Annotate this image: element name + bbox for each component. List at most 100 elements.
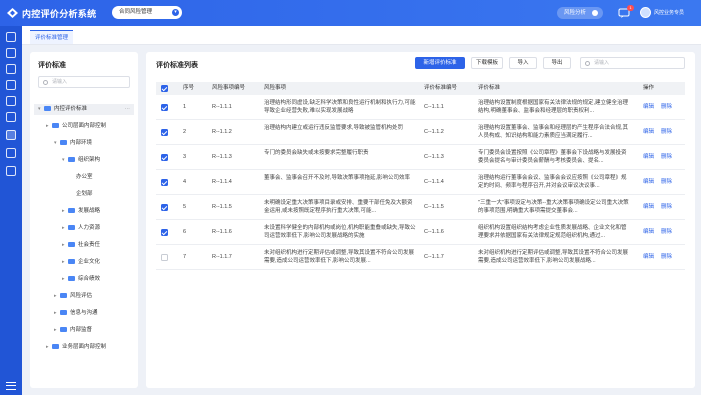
nav-standard-icon[interactable] [6, 130, 16, 140]
tree-node[interactable]: 企划部 [34, 189, 134, 200]
edit-link[interactable]: 编辑 [643, 170, 654, 195]
nav-report-icon[interactable] [6, 80, 16, 90]
nav-list-icon[interactable] [6, 48, 16, 58]
tree-node[interactable]: ▸ 发展战略 [34, 206, 134, 217]
nav-settings-icon[interactable] [6, 166, 16, 176]
row-checkbox[interactable] [161, 154, 168, 161]
tree-node-label: 风险评估 [70, 293, 93, 299]
tree-node[interactable]: ▾ 组织架构 [34, 155, 134, 166]
row-index: 5 [183, 204, 187, 210]
standard-number: C--1.1.7 [424, 254, 444, 260]
tree-node[interactable]: ▾ 内控评价标准 ··· [34, 104, 134, 115]
tree-node[interactable]: ▸ 业务层面内部控制 [34, 342, 134, 353]
standard-description: 组织机构设置组织结构考虑企业性质发展战略、企业文化和管理要求并依据国家有关法律规… [478, 225, 627, 239]
table-header: 序号 风险事项编号 风险事项 评价标准编号 评价标准 操作 [156, 82, 685, 95]
tree-node-label: 社会责任 [78, 242, 101, 248]
export-button[interactable]: 导出 [543, 57, 571, 69]
risk-number: R--1.1.1 [212, 104, 232, 110]
folder-icon [44, 105, 51, 111]
tree-node[interactable]: ▾ 内部环境 [34, 138, 134, 149]
chevron-down-icon: ▾ [172, 9, 179, 16]
table-row: 6 R--1.1.6 未设置科学健全的内部机构或岗位,机构职能重叠或缺失,导致公司运… [156, 220, 685, 245]
risk-description: 未明确设定重大决策事项目录或安排、重要干部任免及大额资金运用,或未按照既定程序执… [264, 200, 413, 214]
row-checkbox[interactable] [161, 229, 168, 236]
tree-node-label: 组织架构 [78, 157, 101, 163]
table-row: 2 R--1.1.2 治理结构内建立或运行违反监管要求,导致被监管机构处罚 C--1.… [156, 120, 685, 145]
tree-node-label: 内部环境 [70, 140, 93, 146]
download-template-button[interactable]: 下载模板 [471, 57, 503, 69]
tree-node[interactable]: ▸ 风险评估 [34, 291, 134, 302]
delete-link[interactable]: 删除 [661, 145, 672, 170]
risk-analysis-label: 风险分析 [564, 10, 587, 16]
nav-document-icon[interactable] [6, 64, 16, 74]
risk-number: R--1.1.4 [212, 179, 232, 185]
delete-link[interactable]: 删除 [661, 120, 672, 145]
tree-node[interactable]: ▸ 综合绩效 [34, 274, 134, 285]
edit-link[interactable]: 编辑 [643, 95, 654, 120]
nav-task-icon[interactable] [6, 112, 16, 122]
tree-search-input[interactable]: 请输入 [38, 76, 130, 88]
standard-description: 未对组织机构进行定期评估或调整,导致其设置不符合公司发展需要,造成公司运营效率低… [478, 250, 629, 264]
row-index: 2 [183, 129, 187, 135]
table-row: 1 R--1.1.1 治理结构形同虚设,缺乏科学决策和良性运行机制和执行力,可能导致… [156, 95, 685, 120]
col-actions: 操作 [643, 85, 655, 91]
username[interactable]: 风控业务专员 [654, 9, 684, 16]
search-icon [585, 60, 590, 66]
folder-icon [60, 139, 67, 145]
more-icon[interactable]: ··· [125, 104, 131, 115]
tree-node[interactable]: ▸ 信息与沟通 [34, 308, 134, 319]
import-button[interactable]: 导入 [509, 57, 537, 69]
col-risk: 风险事项 [264, 85, 287, 91]
side-nav [0, 26, 22, 395]
folder-icon [52, 343, 59, 349]
row-checkbox[interactable] [161, 204, 168, 211]
delete-link[interactable]: 删除 [661, 245, 672, 270]
row-checkbox[interactable] [161, 254, 168, 261]
row-checkbox[interactable] [161, 104, 168, 111]
menu-icon[interactable] [6, 382, 16, 390]
tree-node-label: 业务层面内部控制 [62, 344, 107, 350]
module-select[interactable]: 合同风险管理 ▾ [112, 6, 182, 19]
tree-node-label: 公司层面内部控制 [62, 123, 107, 129]
edit-link[interactable]: 编辑 [643, 145, 654, 170]
tree-node[interactable]: ▸ 企业文化 [34, 257, 134, 268]
tree-node[interactable]: ▸ 人力资源 [34, 223, 134, 234]
standard-number: C--1.1.6 [424, 229, 444, 235]
row-checkbox[interactable] [161, 179, 168, 186]
delete-link[interactable]: 删除 [661, 170, 672, 195]
delete-link[interactable]: 删除 [661, 95, 672, 120]
folder-icon [60, 309, 67, 315]
col-index: 序号 [183, 85, 195, 91]
row-checkbox[interactable] [161, 129, 168, 136]
edit-link[interactable]: 编辑 [643, 195, 654, 220]
tree-node[interactable]: 办公室 [34, 172, 134, 183]
standard-description: 治理结构设置制度根据国家有关法律法规的规定,建立健全治理结构,明确董事会、监事会… [478, 100, 629, 114]
row-index: 3 [183, 154, 187, 160]
risk-description: 治理结构形同虚设,缺乏科学决策和良性运行机制和执行力,可能导致企业经营失败,难以… [264, 100, 416, 114]
add-standard-button[interactable]: 新增评价标准 [415, 57, 465, 69]
edit-link[interactable]: 编辑 [643, 245, 654, 270]
tree-node[interactable]: ▸ 社会责任 [34, 240, 134, 251]
risk-number: R--1.1.7 [212, 254, 232, 260]
edit-link[interactable]: 编辑 [643, 220, 654, 245]
edit-link[interactable]: 编辑 [643, 120, 654, 145]
avatar[interactable] [640, 7, 651, 18]
select-all-checkbox[interactable] [161, 85, 168, 92]
risk-analysis-pill[interactable]: 风险分析 [557, 7, 603, 19]
delete-link[interactable]: 删除 [661, 220, 672, 245]
nav-archive-icon[interactable] [6, 148, 16, 158]
list-search-input[interactable]: 请输入 [580, 57, 685, 69]
table-row: 5 R--1.1.5 未明确设定重大决策事项目录或安排、重要干部任免及大额资金运用,… [156, 195, 685, 220]
nav-chart-icon[interactable] [6, 96, 16, 106]
app-title: 内控评价分析系统 [22, 9, 97, 19]
col-std: 评价标准 [478, 85, 501, 91]
nav-home-icon[interactable] [6, 32, 16, 42]
module-select-value: 合同风险管理 [119, 9, 153, 15]
folder-icon [52, 122, 59, 128]
tree-node[interactable]: ▸ 公司层面内部控制 [34, 121, 134, 132]
tree-node-label: 综合绩效 [78, 276, 101, 282]
delete-link[interactable]: 删除 [661, 195, 672, 220]
tree-node[interactable]: ▸ 内部监督 [34, 325, 134, 336]
folder-icon [68, 156, 75, 162]
tab-standard-management[interactable]: 评价标准管理 [30, 30, 74, 44]
